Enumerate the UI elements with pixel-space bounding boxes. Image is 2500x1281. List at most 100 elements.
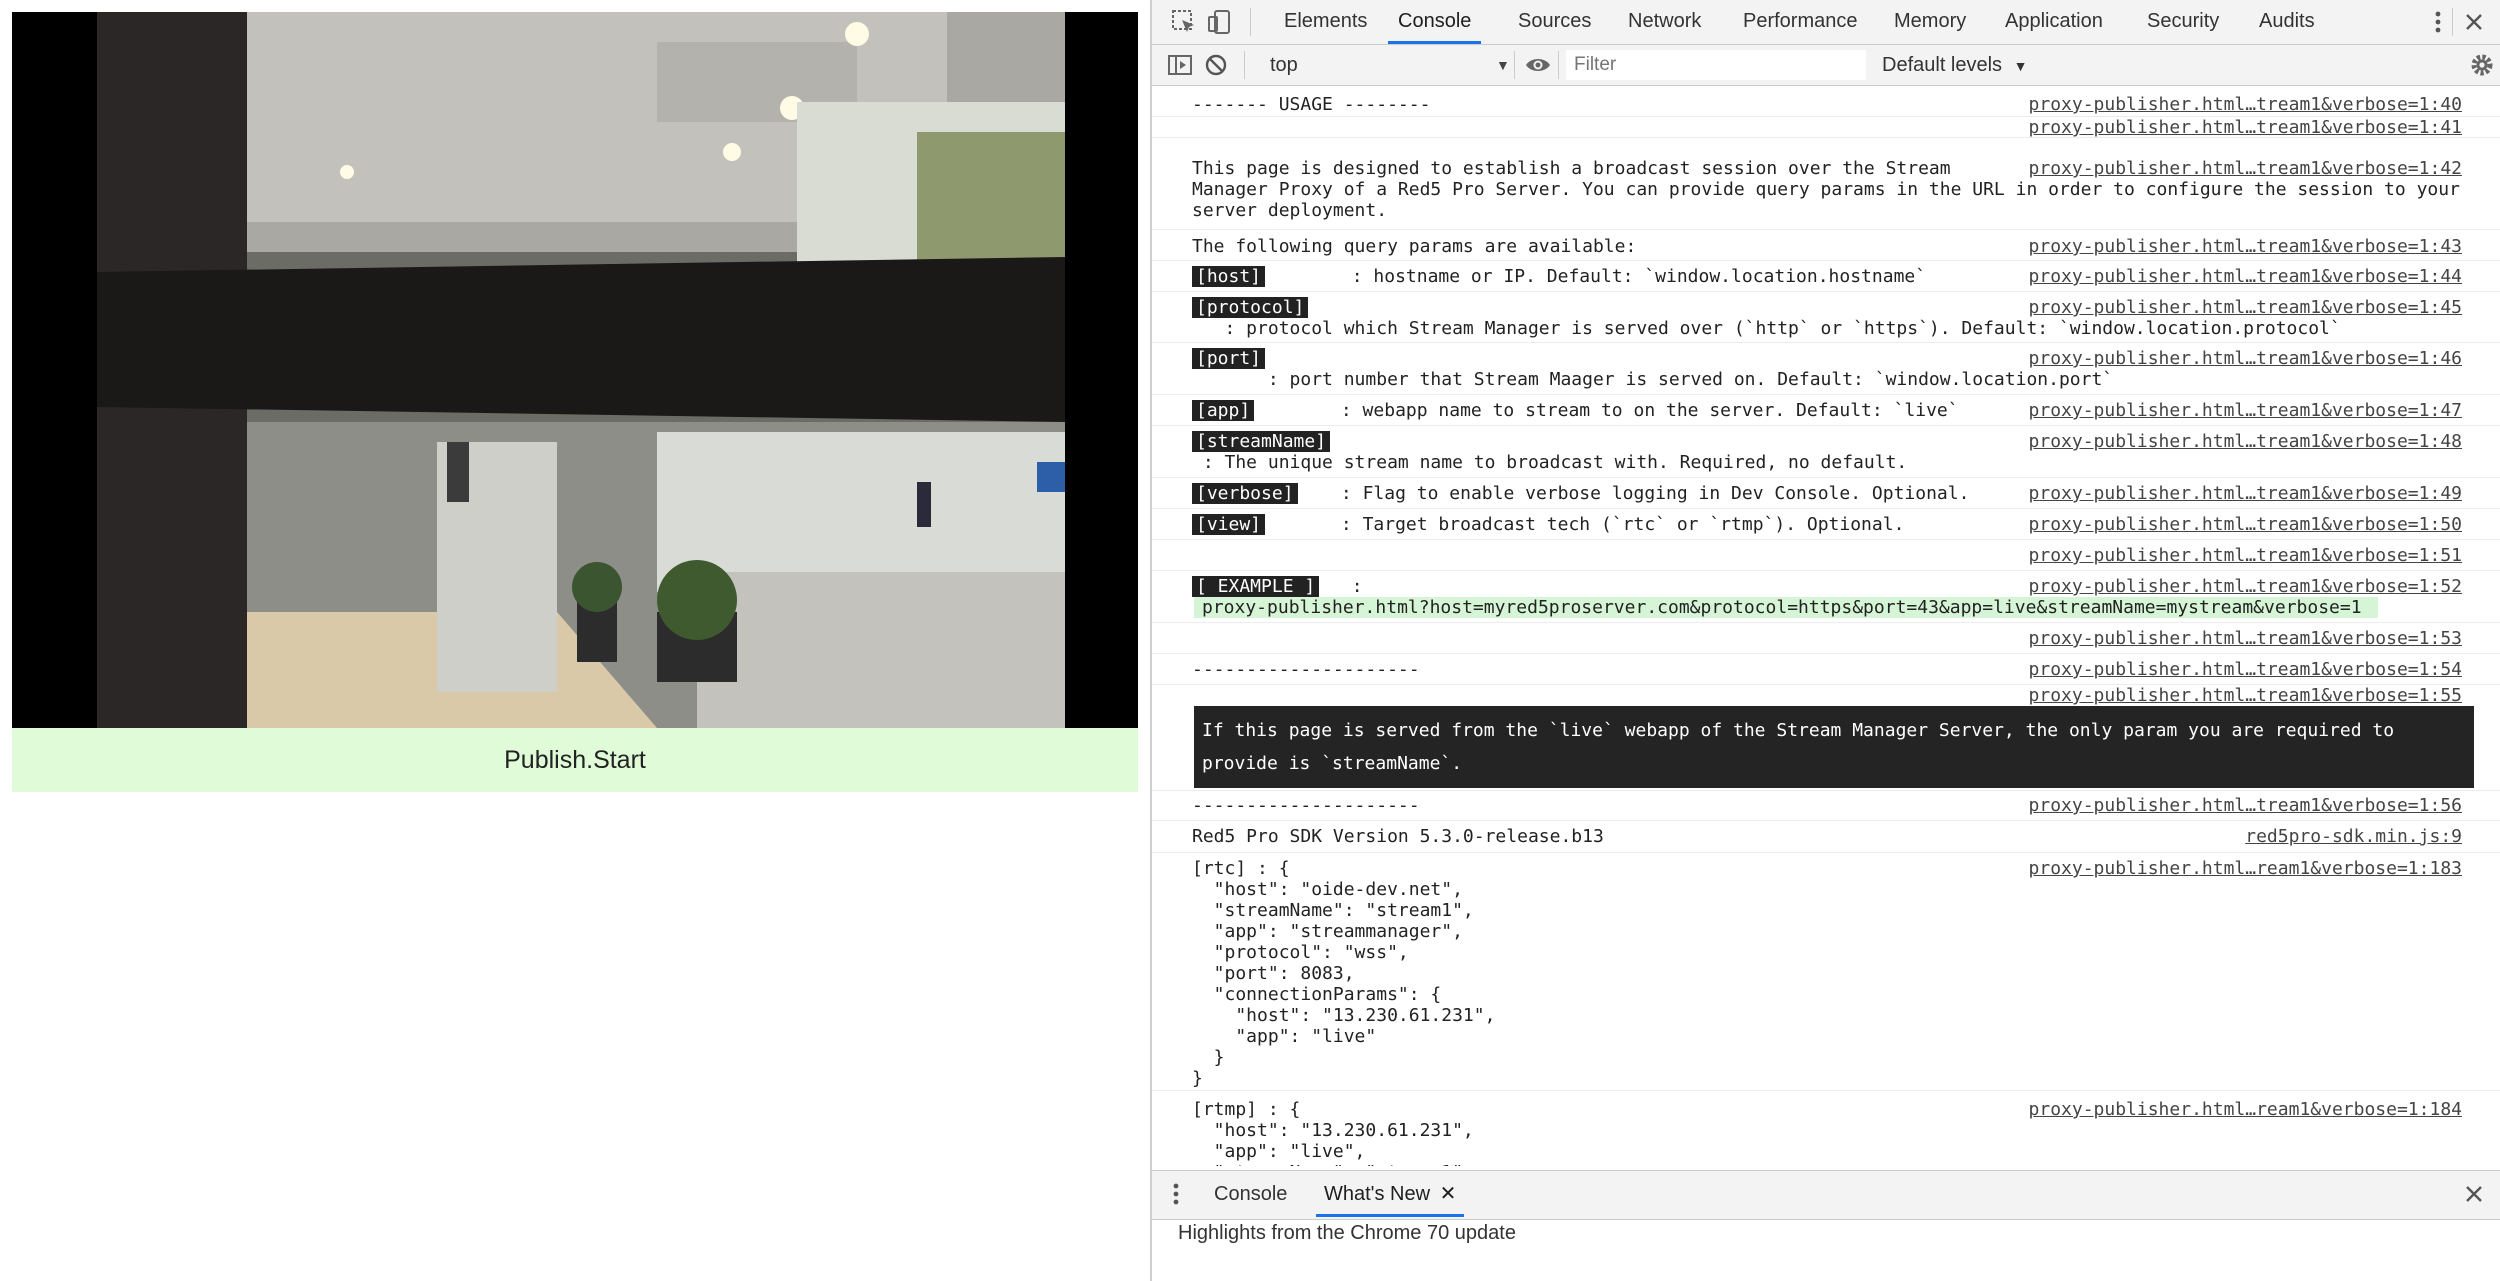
tab-network[interactable]: Network	[1628, 0, 1701, 44]
chevron-down-icon: ▼	[2013, 58, 2028, 74]
console-message: Red5 Pro SDK Version 5.3.0-release.b13 r…	[1152, 821, 2500, 853]
tab-memory[interactable]: Memory	[1894, 0, 1966, 44]
clear-console-icon[interactable]	[1202, 51, 1230, 79]
publish-status-bar[interactable]: Publish.Start	[12, 728, 1138, 792]
message-text: ---------------------	[1192, 659, 1420, 680]
chevron-down-icon: ▼	[1496, 57, 1510, 73]
console-message: This page is designed to establish a bro…	[1152, 138, 2500, 230]
message-text: Red5 Pro SDK Version 5.3.0-release.b13	[1192, 826, 1604, 847]
devtools-tabbar: Elements Console Sources Network Perform…	[1152, 0, 2500, 45]
source-link[interactable]: proxy-publisher.html…tream1&verbose=1:43	[2029, 236, 2462, 257]
source-link[interactable]: proxy-publisher.html…tream1&verbose=1:40	[2029, 94, 2462, 115]
styled-message-banner: If this page is served from the `live` w…	[1194, 706, 2474, 788]
source-link[interactable]: proxy-publisher.html…tream1&verbose=1:53	[2029, 628, 2462, 649]
source-link[interactable]: proxy-publisher.html…tream1&verbose=1:51	[2029, 545, 2462, 566]
source-link[interactable]: proxy-publisher.html…tream1&verbose=1:45	[2029, 297, 2462, 318]
param-desc: : Target broadcast tech (`rtc` or `rtmp`…	[1265, 514, 1905, 535]
console-message: [verbose] : Flag to enable verbose loggi…	[1152, 478, 2500, 509]
close-drawer-icon[interactable]	[2460, 1180, 2488, 1208]
source-link[interactable]: proxy-publisher.html…tream1&verbose=1:55	[2029, 685, 2462, 706]
param-tag: [port]	[1192, 348, 1266, 369]
source-link[interactable]: proxy-publisher.html…tream1&verbose=1:44	[2029, 266, 2462, 287]
message-text: ------- USAGE --------	[1192, 94, 1431, 115]
camera-feed-image	[97, 12, 1065, 728]
source-link[interactable]: proxy-publisher.html…tream1&verbose=1:54	[2029, 659, 2462, 680]
console-messages: ------- USAGE -------- proxy-publisher.h…	[1152, 86, 2500, 1166]
settings-gear-icon[interactable]	[2468, 51, 2496, 79]
example-url: proxy-publisher.html?host=myred5proserve…	[1194, 597, 2378, 618]
console-toolbar: top ▼ Default levels ▼	[1152, 45, 2500, 86]
param-desc: : webapp name to stream to on the server…	[1254, 400, 1959, 421]
source-link[interactable]: proxy-publisher.html…tream1&verbose=1:42	[2029, 158, 2462, 179]
tab-audits[interactable]: Audits	[2259, 0, 2315, 44]
whats-new-highlights: Highlights from the Chrome 70 update	[1178, 1222, 1516, 1244]
source-link[interactable]: red5pro-sdk.min.js:9	[2245, 826, 2462, 847]
console-message: [rtmp] : { "host": "13.230.61.231", "app…	[1152, 1091, 2500, 1166]
message-text: ---------------------	[1192, 795, 1420, 816]
devtools-panel: Elements Console Sources Network Perform…	[1150, 0, 2500, 1281]
param-desc: : hostname or IP. Default: `window.locat…	[1265, 266, 1927, 287]
message-text: [rtc] : { "host": "oide-dev.net", "strea…	[1192, 858, 1496, 1089]
console-message: The following query params are available…	[1152, 230, 2500, 261]
console-message: [app] : webapp name to stream to on the …	[1152, 395, 2500, 426]
param-desc: : port number that Stream Maager is serv…	[1267, 369, 2114, 390]
log-levels-label: Default levels	[1882, 54, 2003, 76]
console-message: proxy-publisher.html…tream1&verbose=1:51	[1152, 540, 2500, 571]
drawer-tab-console[interactable]: Console	[1214, 1171, 1287, 1217]
message-text: The following query params are available…	[1192, 236, 1637, 257]
console-message: [protocol] : protocol which Stream Manag…	[1152, 292, 2500, 343]
param-tag: [view]	[1192, 514, 1266, 535]
message-text: [rtmp] : { "host": "13.230.61.231", "app…	[1192, 1099, 1474, 1166]
console-message: --------------------- proxy-publisher.ht…	[1152, 791, 2500, 821]
source-link[interactable]: proxy-publisher.html…tream1&verbose=1:50	[2029, 514, 2462, 535]
source-link[interactable]: proxy-publisher.html…tream1&verbose=1:47	[2029, 400, 2462, 421]
live-expression-eye-icon[interactable]	[1524, 51, 1552, 79]
close-devtools-icon[interactable]	[2460, 8, 2488, 36]
console-message: [ EXAMPLE ] : proxy-publisher.html?host=…	[1152, 571, 2500, 623]
source-link[interactable]: proxy-publisher.html…tream1&verbose=1:41	[2029, 117, 2462, 138]
drawer-tab-whats-new[interactable]: What's New ✕	[1316, 1171, 1465, 1217]
param-tag: [streamName]	[1192, 431, 1331, 452]
video-preview	[12, 12, 1138, 728]
source-link[interactable]: proxy-publisher.html…tream1&verbose=1:49	[2029, 483, 2462, 504]
console-message: [streamName] : The unique stream name to…	[1152, 426, 2500, 478]
whats-new-panel: Highlights from the Chrome 70 update	[1152, 1220, 2500, 1281]
console-message: proxy-publisher.html…tream1&verbose=1:53	[1152, 623, 2500, 654]
drawer-menu-icon[interactable]	[1162, 1180, 1190, 1208]
tab-sources[interactable]: Sources	[1518, 0, 1591, 44]
source-link[interactable]: proxy-publisher.html…ream1&verbose=1:183	[2029, 858, 2462, 879]
sidebar-toggle-icon[interactable]	[1166, 51, 1194, 79]
tab-elements[interactable]: Elements	[1284, 0, 1367, 44]
param-tag: [host]	[1192, 266, 1266, 287]
param-desc: : The unique stream name to broadcast wi…	[1202, 452, 1908, 473]
source-link[interactable]: proxy-publisher.html…tream1&verbose=1:46	[2029, 348, 2462, 369]
console-message: ------- USAGE -------- proxy-publisher.h…	[1152, 86, 2500, 117]
filter-input[interactable]	[1566, 50, 1866, 80]
drawer-tabbar: Console What's New ✕	[1152, 1170, 2500, 1220]
log-levels-dropdown[interactable]: Default levels ▼	[1882, 45, 2027, 85]
source-link[interactable]: proxy-publisher.html…tream1&verbose=1:52	[2029, 576, 2462, 597]
console-message: proxy-publisher.html…tream1&verbose=1:55…	[1152, 685, 2500, 791]
tab-performance[interactable]: Performance	[1743, 0, 1858, 44]
device-toolbar-icon[interactable]	[1206, 8, 1234, 36]
more-options-icon[interactable]	[2424, 8, 2452, 36]
tab-application[interactable]: Application	[2005, 0, 2103, 44]
example-colon: :	[1319, 576, 1363, 597]
page-content: Publish.Start	[0, 0, 1150, 1281]
source-link[interactable]: proxy-publisher.html…tream1&verbose=1:56	[2029, 795, 2462, 816]
inspect-element-icon[interactable]	[1170, 8, 1198, 36]
source-link[interactable]: proxy-publisher.html…tream1&verbose=1:48	[2029, 431, 2462, 452]
close-tab-icon[interactable]: ✕	[1440, 1183, 1457, 1205]
tab-console[interactable]: Console	[1388, 0, 1482, 44]
console-message: [port] : port number that Stream Maager …	[1152, 343, 2500, 395]
drawer-tab-label: What's New	[1324, 1183, 1431, 1205]
tab-security[interactable]: Security	[2147, 0, 2219, 44]
context-label: top	[1270, 54, 1298, 76]
example-tag: [ EXAMPLE ]	[1192, 576, 1320, 597]
source-link[interactable]: proxy-publisher.html…ream1&verbose=1:184	[2029, 1099, 2462, 1120]
console-message: [host] : hostname or IP. Default: `windo…	[1152, 261, 2500, 292]
console-message: [view] : Target broadcast tech (`rtc` or…	[1152, 509, 2500, 540]
param-tag: [protocol]	[1192, 297, 1309, 318]
console-message: proxy-publisher.html…tream1&verbose=1:41	[1152, 117, 2500, 138]
param-tag: [app]	[1192, 400, 1255, 421]
